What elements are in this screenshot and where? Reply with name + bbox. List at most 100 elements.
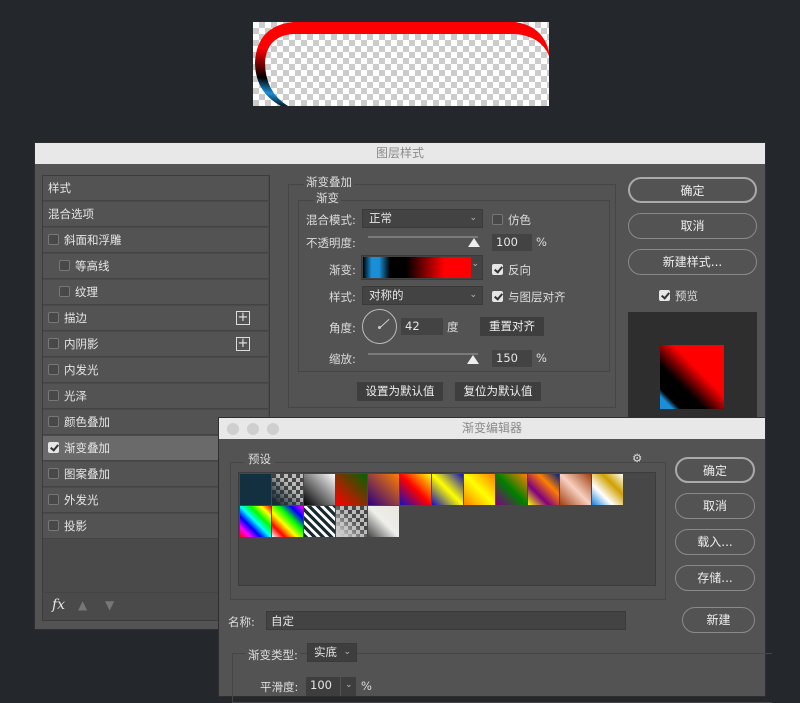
checkbox[interactable] xyxy=(48,468,59,479)
preset-swatch[interactable] xyxy=(560,474,591,505)
opacity-slider[interactable] xyxy=(368,236,478,238)
preset-swatch[interactable] xyxy=(272,474,303,505)
preset-swatch[interactable] xyxy=(432,474,463,505)
add-icon[interactable]: + xyxy=(236,337,250,351)
smoothness-input[interactable]: 100 xyxy=(306,677,340,696)
new-gradient-button[interactable]: 新建 xyxy=(682,607,755,633)
opacity-input[interactable]: 100 xyxy=(492,234,532,251)
minimize-window-button[interactable] xyxy=(247,423,259,435)
name-input[interactable]: 自定 xyxy=(266,611,626,630)
move-up-icon[interactable]: ▲ xyxy=(78,598,87,612)
load-button[interactable]: 载入... xyxy=(675,529,755,555)
gradient-type-label: 渐变类型: xyxy=(246,647,300,663)
ok-button[interactable]: 确定 xyxy=(628,177,757,203)
checkbox[interactable] xyxy=(48,442,59,453)
scale-label: 缩放: xyxy=(329,352,356,366)
sidebar-item-label: 描边 xyxy=(64,311,87,325)
gradient-type-select[interactable]: 实底 ⌄ xyxy=(307,643,357,662)
preset-swatch[interactable] xyxy=(400,474,431,505)
dither-checkbox[interactable]: 仿色 xyxy=(492,212,531,228)
checkbox[interactable] xyxy=(48,520,59,531)
editor-ok-button[interactable]: 确定 xyxy=(675,457,755,483)
cancel-button[interactable]: 取消 xyxy=(628,213,757,239)
section-title: 渐变叠加 xyxy=(304,174,354,190)
checkbox[interactable] xyxy=(492,214,503,225)
angle-input[interactable]: 42 xyxy=(401,318,443,335)
fx-button[interactable]: fx xyxy=(52,597,65,613)
preset-swatch[interactable] xyxy=(240,506,271,537)
preset-swatch[interactable] xyxy=(592,474,623,505)
checkbox[interactable] xyxy=(48,390,59,401)
angle-unit: 度 xyxy=(447,320,459,334)
checkbox[interactable] xyxy=(659,290,670,301)
checkbox[interactable] xyxy=(48,338,59,349)
new-style-button[interactable]: 新建样式... xyxy=(628,249,757,275)
chevron-down-icon: ⌄ xyxy=(469,213,477,223)
gradient-swatch[interactable] xyxy=(363,257,471,278)
angle-label: 角度: xyxy=(329,321,356,335)
gradient-picker[interactable]: ⌄ xyxy=(361,255,483,280)
preset-swatch[interactable] xyxy=(464,474,495,505)
scale-slider[interactable] xyxy=(368,353,478,355)
reset-align-button[interactable]: 重置对齐 xyxy=(480,317,544,336)
sidebar-item[interactable]: 样式 xyxy=(43,176,268,201)
preset-swatch[interactable] xyxy=(272,506,303,537)
editor-cancel-button[interactable]: 取消 xyxy=(675,493,755,519)
preset-swatch[interactable] xyxy=(368,474,399,505)
checkbox[interactable] xyxy=(492,264,503,275)
sidebar-item[interactable]: 光泽 xyxy=(43,384,268,409)
gear-menu-icon[interactable]: ⚙ xyxy=(632,451,642,465)
reverse-checkbox[interactable]: 反向 xyxy=(492,262,531,278)
preset-swatch[interactable] xyxy=(528,474,559,505)
align-checkbox[interactable]: 与图层对齐 xyxy=(492,289,566,305)
preset-swatch[interactable] xyxy=(496,474,527,505)
checkbox[interactable] xyxy=(492,291,503,302)
preset-swatch[interactable] xyxy=(336,474,367,505)
preset-swatch[interactable] xyxy=(368,506,399,537)
preview-checkbox[interactable]: 预览 xyxy=(659,288,698,304)
add-icon[interactable]: + xyxy=(236,311,250,325)
preset-swatch[interactable] xyxy=(240,474,271,505)
checkbox[interactable] xyxy=(59,286,70,297)
angle-dial[interactable] xyxy=(362,309,397,344)
zoom-window-button[interactable] xyxy=(267,423,279,435)
scale-input[interactable]: 150 xyxy=(492,350,532,367)
preset-swatch[interactable] xyxy=(304,474,335,505)
sidebar-item[interactable]: 描边 + xyxy=(43,306,268,331)
scale-slider-thumb[interactable] xyxy=(467,355,479,364)
reset-default-button[interactable]: 复位为默认值 xyxy=(455,382,541,401)
sidebar-item-label: 渐变叠加 xyxy=(64,441,110,455)
gradient-label: 渐变: xyxy=(329,263,356,277)
blend-mode-select[interactable]: 正常 ⌄ xyxy=(362,209,483,228)
opacity-slider-thumb[interactable] xyxy=(468,238,480,247)
checkbox[interactable] xyxy=(48,234,59,245)
chevron-down-icon: ⌄ xyxy=(343,647,351,657)
preview-thumbnail xyxy=(660,345,724,409)
sidebar-item[interactable]: 斜面和浮雕 xyxy=(43,228,268,253)
sidebar-item-label: 纹理 xyxy=(75,285,98,299)
smoothness-unit: % xyxy=(361,679,372,693)
canvas-preview xyxy=(253,22,549,106)
checkbox[interactable] xyxy=(48,494,59,505)
preset-swatch[interactable] xyxy=(304,506,335,537)
smoothness-dropdown[interactable]: ⌄ xyxy=(341,677,356,696)
close-window-button[interactable] xyxy=(227,423,239,435)
sidebar-item-label: 混合选项 xyxy=(48,207,94,221)
checkbox[interactable] xyxy=(59,260,70,271)
sidebar-item[interactable]: 内发光 xyxy=(43,358,268,383)
chevron-down-icon[interactable]: ⌄ xyxy=(471,259,479,269)
checkbox[interactable] xyxy=(48,364,59,375)
preset-swatch[interactable] xyxy=(336,506,367,537)
opacity-label: 不透明度: xyxy=(306,236,356,250)
sidebar-item[interactable]: 内阴影 + xyxy=(43,332,268,357)
move-down-icon[interactable]: ▼ xyxy=(105,598,114,612)
sidebar-item[interactable]: 混合选项 xyxy=(43,202,268,227)
sidebar-item[interactable]: 等高线 xyxy=(43,254,268,279)
style-select[interactable]: 对称的 ⌄ xyxy=(362,286,483,305)
name-label: 名称: xyxy=(228,615,255,629)
checkbox[interactable] xyxy=(48,312,59,323)
save-button[interactable]: 存储... xyxy=(675,565,755,591)
sidebar-item[interactable]: 纹理 xyxy=(43,280,268,305)
checkbox[interactable] xyxy=(48,416,59,427)
set-default-button[interactable]: 设置为默认值 xyxy=(357,382,443,401)
